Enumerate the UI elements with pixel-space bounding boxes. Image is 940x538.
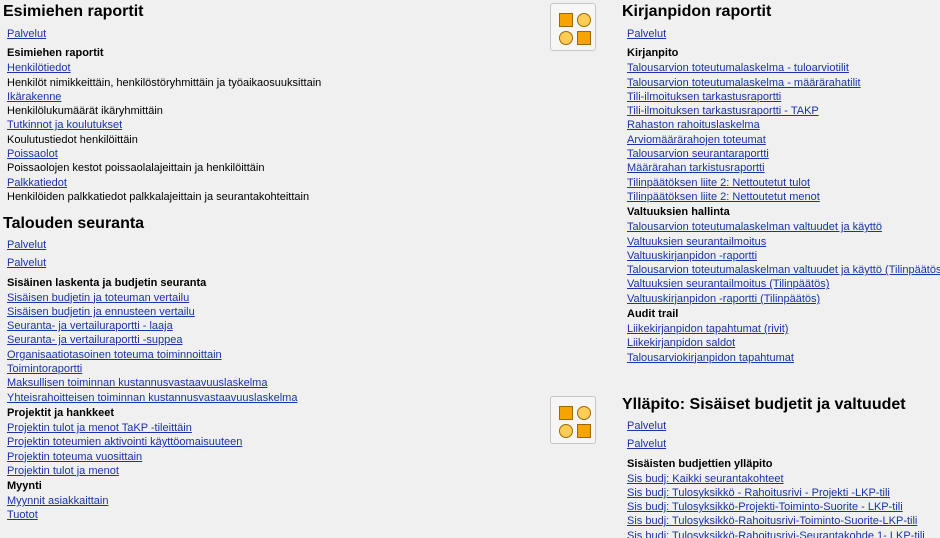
esimies-report-list: Palvelut Esimiehen raportit Henkilötiedot H… <box>7 27 321 204</box>
section-title-talous: Talouden seuranta <box>3 215 145 232</box>
circle-icon <box>577 406 591 420</box>
report-link[interactable]: Tilinpäätöksen liite 2: Nettoutetut tulo… <box>627 176 940 190</box>
report-link[interactable]: Tutkinnot ja koulutukset <box>7 118 321 132</box>
report-link[interactable]: Liikekirjanpidon saldot <box>627 336 940 350</box>
square-icon <box>559 406 573 420</box>
report-description: Poissaolojen kestot poissaolalajeittain … <box>7 162 265 175</box>
section-title-kirjanpito: Kirjanpidon raportit <box>622 3 772 20</box>
report-link[interactable]: Palkkatiedot <box>7 176 321 190</box>
report-portal: Esimiehen raportit Palvelut Esimiehen rap… <box>0 0 940 538</box>
report-link[interactable]: Seuranta- ja vertailuraportti - laaja <box>7 319 297 333</box>
section-title-esimies: Esimiehen raportit <box>3 3 144 20</box>
report-link[interactable]: Liikekirjanpidon tapahtumat (rivit) <box>627 322 940 336</box>
subsection-heading: Kirjanpito <box>627 47 679 60</box>
report-link[interactable]: Talousarvion toteutumalaskelman valtuude… <box>627 220 940 234</box>
square-icon <box>559 13 573 27</box>
report-link[interactable]: Valtuuksien seurantailmoitus <box>627 235 940 249</box>
report-link[interactable]: Projektin tulot ja menot TaKP -tileittäi… <box>7 421 297 435</box>
subsection-heading: Myynti <box>7 480 42 493</box>
report-link[interactable]: Valtuuskirjanpidon -raportti (Tilinpäätö… <box>627 292 940 306</box>
report-link[interactable]: Palvelut <box>627 27 940 41</box>
report-link[interactable]: Tilinpäätöksen liite 2: Nettoutetut meno… <box>627 190 940 204</box>
report-link[interactable]: Projektin tulot ja menot <box>7 464 297 478</box>
report-link[interactable]: Poissaolot <box>7 147 321 161</box>
report-link[interactable]: Palvelut <box>7 27 321 41</box>
talous-report-list: Palvelut Palvelut Sisäinen laskenta ja bud… <box>7 238 297 523</box>
report-link[interactable]: Organisaatiotasoinen toteuma toiminnoitt… <box>7 348 297 362</box>
report-link[interactable]: Talousarvion toteutumalaskelma - määrära… <box>627 76 940 90</box>
report-link[interactable]: Sis budj: Tulosyksikkö-Rahoitusrivi-Toim… <box>627 514 925 528</box>
subsection-heading: Esimiehen raportit <box>7 47 104 60</box>
report-link[interactable]: Valtuuskirjanpidon -raportti <box>627 249 940 263</box>
report-link[interactable]: Valtuuksien seurantailmoitus (Tilinpäätö… <box>627 277 940 291</box>
subsection-heading: Projektit ja hankkeet <box>7 406 114 419</box>
report-link[interactable]: Arviomäärärahojen toteumat <box>627 133 940 147</box>
subsection-heading: Valtuuksien hallinta <box>627 206 730 219</box>
report-link[interactable]: Talousarvion seurantaraportti <box>627 147 940 161</box>
report-link[interactable]: Tili-ilmoituksen tarkastusraportti <box>627 90 940 104</box>
report-link[interactable]: Projektin toteumien aktivointi käyttöoma… <box>7 435 297 449</box>
report-link[interactable]: Sis budj: Tulosyksikkö-Rahoitusrivi-Seur… <box>627 529 925 538</box>
report-link[interactable]: Projektin toteuma vuosittain <box>7 450 297 464</box>
report-link[interactable]: Sis budj: Tulosyksikkö - Rahoitusrivi - … <box>627 486 925 500</box>
report-link[interactable]: Henkilötiedot <box>7 61 321 75</box>
report-link[interactable]: Ikärakenne <box>7 90 321 104</box>
report-link[interactable]: Toimintoraportti <box>7 362 297 376</box>
circle-icon <box>559 31 573 45</box>
report-link[interactable]: Palvelut <box>7 256 297 270</box>
portlet-layout-icon[interactable] <box>550 3 596 51</box>
kirjanpito-report-list: Palvelut Kirjanpito Talousarvion toteutuma… <box>627 27 940 365</box>
report-link[interactable]: Rahaston rahoituslaskelma <box>627 118 940 132</box>
subsection-heading: Audit trail <box>627 308 679 321</box>
report-link[interactable]: Myynnit asiakkaittain <box>7 494 297 508</box>
report-link[interactable]: Sis budj: Kaikki seurantakohteet <box>627 472 925 486</box>
portlet-layout-icon[interactable] <box>550 396 596 444</box>
square-icon <box>577 424 591 438</box>
section-title-yllapito: Ylläpito: Sisäiset budjetit ja valtuudet <box>622 396 906 413</box>
subsection-heading: Sisäisten budjettien ylläpito <box>627 457 773 470</box>
report-link[interactable]: Seuranta- ja vertailuraportti -suppea <box>7 333 297 347</box>
report-link[interactable]: Talousarviokirjanpidon tapahtumat <box>627 351 940 365</box>
report-link[interactable]: Tuotot <box>7 508 297 522</box>
report-link[interactable]: Palvelut <box>627 419 925 433</box>
report-link[interactable]: Yhteisrahoitteisen toiminnan kustannusva… <box>7 391 297 405</box>
report-link[interactable]: Talousarvion toteutumalaskelma - tuloarv… <box>627 61 940 75</box>
square-icon <box>577 31 591 45</box>
report-link[interactable]: Sisäisen budjetin ja toteuman vertailu <box>7 291 297 305</box>
report-link[interactable]: Sis budj: Tulosyksikkö-Projekti-Toiminto… <box>627 500 925 514</box>
report-link[interactable]: Määrärahan tarkistusraportti <box>627 161 940 175</box>
report-description: Henkilölukumäärät ikäryhmittäin <box>7 105 163 118</box>
report-link[interactable]: Talousarvion toteutumalaskelman valtuude… <box>627 263 940 277</box>
subsection-heading: Sisäinen laskenta ja budjetin seuranta <box>7 276 207 289</box>
report-link[interactable]: Palvelut <box>7 238 297 252</box>
circle-icon <box>559 424 573 438</box>
report-link[interactable]: Palvelut <box>627 437 925 451</box>
report-description: Koulutustiedot henkilöittäin <box>7 133 138 146</box>
report-link[interactable]: Maksullisen toiminnan kustannusvastaavuu… <box>7 376 297 390</box>
yllapito-report-list: Palvelut Palvelut Sisäisten budjettien yll… <box>627 419 925 538</box>
circle-icon <box>577 13 591 27</box>
report-description: Henkilöt nimikkeittäin, henkilöstöryhmit… <box>7 76 322 89</box>
report-link[interactable]: Tili-ilmoituksen tarkastusraportti - TAK… <box>627 104 940 118</box>
report-link[interactable]: Sisäisen budjetin ja ennusteen vertailu <box>7 305 297 319</box>
report-description: Henkilöiden palkkatiedot palkkalajeittai… <box>7 190 310 203</box>
